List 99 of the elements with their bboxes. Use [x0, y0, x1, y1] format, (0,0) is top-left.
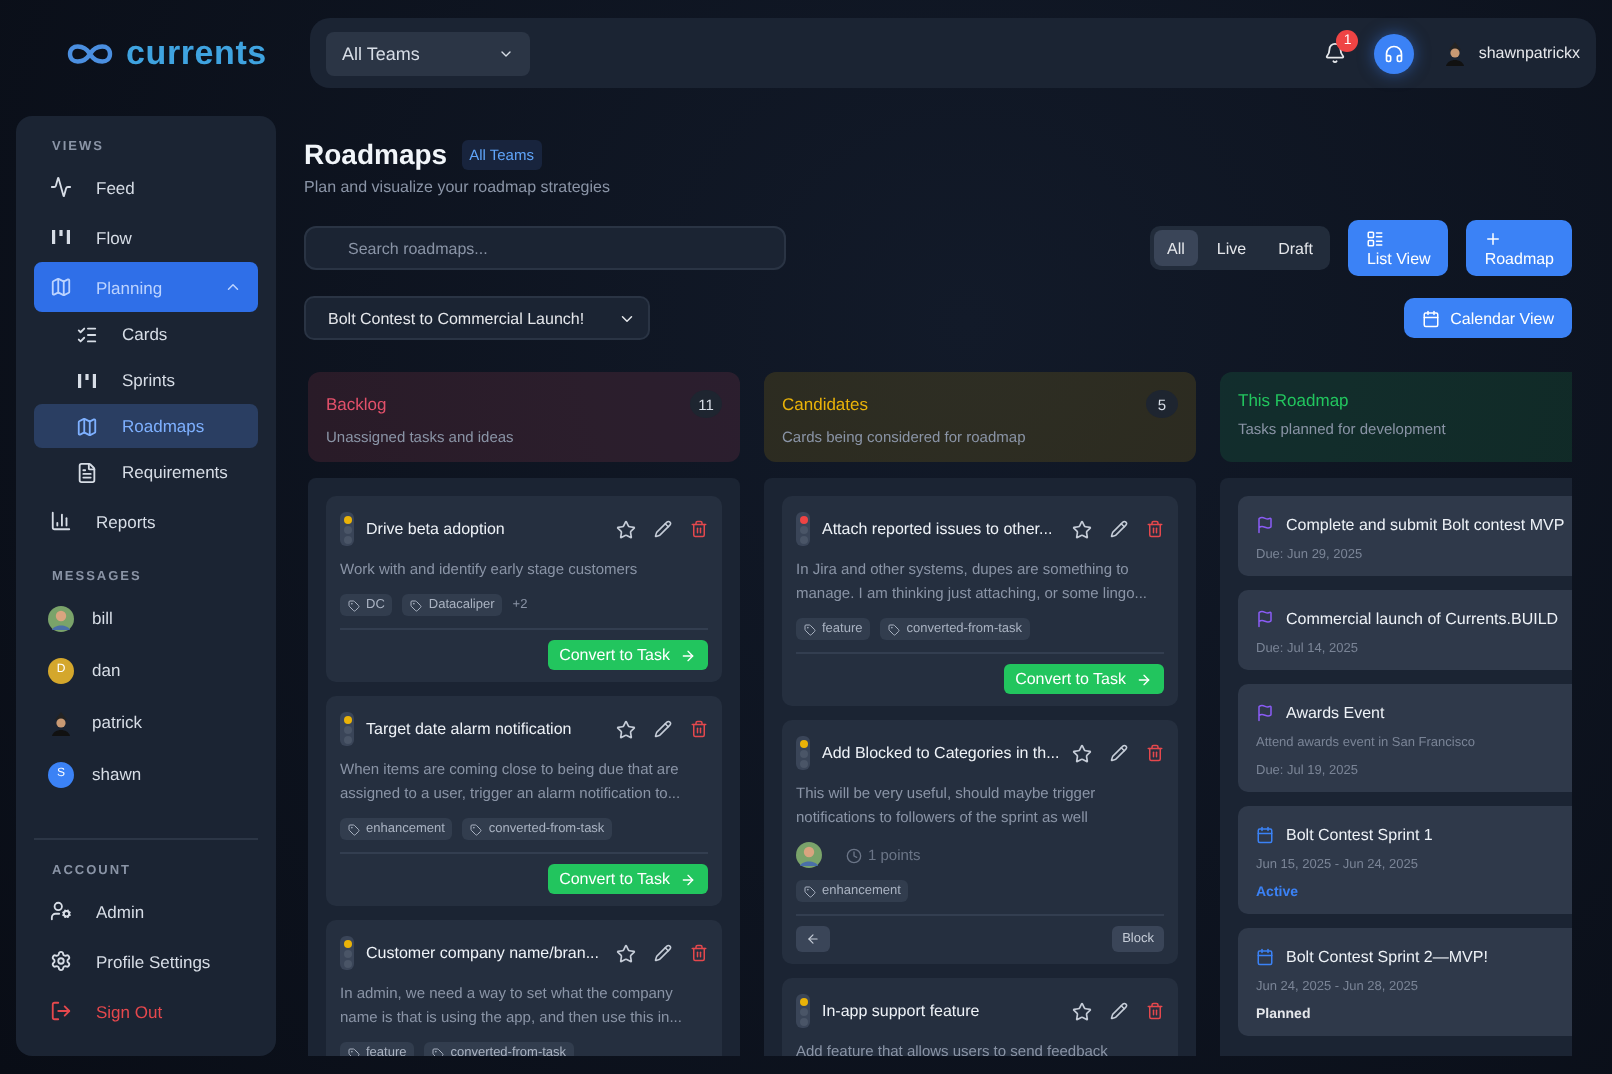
card-title: Bolt Contest Sprint 2—MVP! [1286, 948, 1490, 966]
delete-icon[interactable] [690, 520, 708, 538]
column-title: Backlog [326, 394, 387, 414]
columns-icon [50, 226, 72, 248]
activity-icon [50, 176, 72, 198]
account-item[interactable]: Sign Out [34, 986, 258, 1036]
nav-item[interactable]: Roadmaps [34, 404, 258, 448]
headphones-icon [1384, 43, 1405, 63]
card-title: Complete and submit Bolt contest MVP [1286, 516, 1567, 534]
username[interactable]: shawnpatrickx [1478, 44, 1580, 62]
clock-icon [846, 847, 862, 863]
back-button[interactable] [796, 926, 830, 952]
checklist-icon [76, 323, 98, 345]
card-title: Target date alarm notification [366, 720, 574, 738]
delete-icon[interactable] [690, 720, 708, 738]
avatar-icon [48, 605, 74, 631]
arrow-right-icon [680, 647, 696, 663]
settings-icon [50, 950, 72, 972]
edit-icon[interactable] [1110, 520, 1128, 538]
tag-icon [432, 1047, 445, 1056]
delete-icon[interactable] [690, 944, 708, 962]
nav-item[interactable]: Sprints [34, 358, 258, 402]
arrow-right-icon [1136, 671, 1152, 687]
map-icon [76, 415, 98, 437]
tag-icon [348, 823, 360, 835]
roadmap-select[interactable]: Bolt Contest to Commercial Launch! [304, 296, 650, 340]
bar-chart-icon [50, 510, 72, 532]
flag-icon [1256, 704, 1274, 722]
avatar-icon [48, 709, 74, 735]
card-title: Bolt Contest Sprint 1 [1286, 826, 1435, 844]
star-icon[interactable] [616, 943, 636, 963]
tag-icon [804, 885, 816, 897]
arrow-right-icon [680, 871, 696, 887]
star-icon[interactable] [1072, 1001, 1092, 1021]
filter-tab[interactable]: Draft [1264, 230, 1327, 266]
message-item[interactable]: patrick [34, 696, 258, 748]
delete-icon[interactable] [1146, 1002, 1164, 1020]
arrow-left-icon [806, 932, 820, 946]
new-roadmap-button[interactable]: Roadmap [1466, 220, 1572, 276]
nav-item[interactable]: Reports [34, 496, 258, 546]
tag-icon [348, 599, 360, 611]
delete-icon[interactable] [1146, 520, 1164, 538]
nav-item[interactable]: Requirements [34, 450, 258, 494]
delete-icon[interactable] [1146, 744, 1164, 762]
star-icon[interactable] [616, 719, 636, 739]
card-title: Drive beta adoption [366, 520, 507, 538]
column-title: Candidates [782, 394, 869, 414]
star-icon[interactable] [1072, 519, 1092, 539]
account-item[interactable]: Profile Settings [34, 936, 258, 986]
edit-icon[interactable] [654, 720, 672, 738]
account-item[interactable]: Admin [34, 886, 258, 936]
page-subtitle: Plan and visualize your roadmap strategies [304, 178, 612, 196]
card-title: In-app support feature [822, 1002, 982, 1020]
card-title: Add Blocked to Categories in th... [822, 744, 1060, 762]
edit-icon[interactable] [1110, 744, 1128, 762]
brand-name: currents [126, 33, 267, 73]
tag-icon [804, 623, 816, 635]
page-title: Roadmaps [304, 138, 448, 170]
list-view-button[interactable]: List View [1348, 220, 1449, 276]
calendar-icon [1256, 948, 1274, 966]
star-icon[interactable] [616, 519, 636, 539]
document-icon [76, 461, 98, 483]
tag-icon [348, 1047, 360, 1056]
card-title: Awards Event [1286, 704, 1387, 722]
tag-icon [888, 623, 901, 635]
notification-icon[interactable] [1324, 42, 1347, 64]
map-icon [50, 276, 72, 298]
flag-icon [1256, 610, 1274, 628]
edit-icon[interactable] [654, 944, 672, 962]
calendar-view-button[interactable]: Calendar View [1404, 298, 1572, 338]
filter-tab[interactable]: Live [1202, 230, 1261, 266]
message-item[interactable]: bill [34, 592, 258, 644]
nav-item[interactable]: Cards [34, 312, 258, 356]
card-title: Attach reported issues to other... [822, 520, 1055, 538]
edit-icon[interactable] [1110, 1002, 1128, 1020]
tag-icon [470, 823, 483, 835]
sign-out-icon [50, 1000, 72, 1022]
card-title: Commercial launch of Currents.BUILD [1286, 610, 1561, 628]
calendar-icon [1422, 309, 1441, 327]
flag-icon [1256, 516, 1274, 534]
edit-icon[interactable] [654, 520, 672, 538]
column-title: This Roadmap [1238, 390, 1349, 410]
tag-icon [410, 599, 423, 611]
nav-item[interactable]: Feed [34, 162, 258, 212]
list-icon [1366, 229, 1385, 247]
team-select[interactable]: All Teams [326, 31, 530, 75]
user-gear-icon [50, 900, 72, 922]
avatar-icon [1442, 40, 1469, 66]
star-icon[interactable] [1072, 743, 1092, 763]
headphones-button[interactable] [1374, 33, 1415, 73]
columns-icon [76, 369, 98, 391]
search-field[interactable]: Search roadmaps... [304, 226, 786, 270]
logo-icon [64, 39, 116, 67]
card-title: Customer company name/bran... [366, 944, 601, 962]
nav-item[interactable]: Flow [34, 212, 258, 262]
avatar-icon [796, 842, 822, 868]
plus-icon [1484, 229, 1503, 247]
filter-tab[interactable]: All [1153, 230, 1199, 266]
calendar-icon [1256, 826, 1274, 844]
